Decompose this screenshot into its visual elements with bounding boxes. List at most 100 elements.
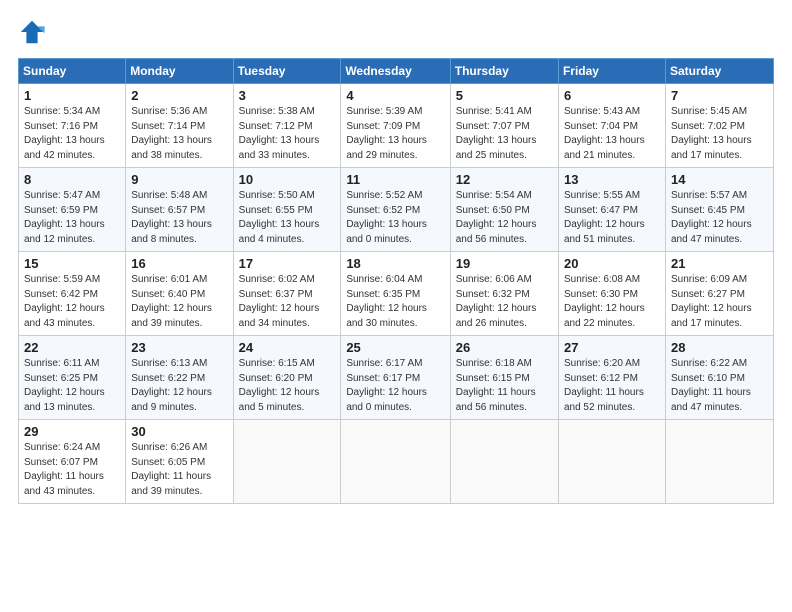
day-number: 16: [131, 256, 227, 271]
calendar-cell: 22 Sunrise: 6:11 AM Sunset: 6:25 PM Dayli…: [19, 336, 126, 420]
day-number: 6: [564, 88, 660, 103]
logo-icon: [18, 18, 46, 46]
calendar-cell: 16Sunrise: 6:01 AM Sunset: 6:40 PM Dayli…: [126, 252, 233, 336]
day-number: 26: [456, 340, 553, 355]
day-info: Sunrise: 5:50 AM Sunset: 6:55 PM Dayligh…: [239, 189, 336, 247]
day-info: Sunrise: 6:08 AM Sunset: 6:30 PM Dayligh…: [564, 273, 660, 331]
day-number: 25: [346, 340, 444, 355]
calendar-week-5: 29 Sunrise: 6:24 AM Sunset: 6:07 PM Dayli…: [19, 420, 774, 504]
calendar-cell: 20 Sunrise: 6:08 AM Sunset: 6:30 PM Dayli…: [558, 252, 665, 336]
calendar-cell: 26 Sunrise: 6:18 AM Sunset: 6:15 PM Dayli…: [450, 336, 558, 420]
weekday-header-tuesday: Tuesday: [233, 59, 341, 84]
calendar-cell: [558, 420, 665, 504]
day-info: Sunrise: 5:45 AM Sunset: 7:02 PM Dayligh…: [671, 105, 768, 163]
day-info: Sunrise: 6:09 AM Sunset: 6:27 PM Dayligh…: [671, 273, 768, 331]
calendar-cell: 15Sunrise: 5:59 AM Sunset: 6:42 PM Dayli…: [19, 252, 126, 336]
day-number: 9: [131, 172, 227, 187]
calendar-cell: 13Sunrise: 5:55 AM Sunset: 6:47 PM Dayli…: [558, 168, 665, 252]
day-number: 20: [564, 256, 660, 271]
calendar-cell: [450, 420, 558, 504]
calendar-cell: 18 Sunrise: 6:04 AM Sunset: 6:35 PM Dayli…: [341, 252, 450, 336]
day-info: Sunrise: 6:13 AM Sunset: 6:22 PM Dayligh…: [131, 357, 227, 415]
day-number: 21: [671, 256, 768, 271]
logo: [18, 18, 50, 46]
calendar-cell: [233, 420, 341, 504]
day-number: 15: [24, 256, 120, 271]
day-info: Sunrise: 5:39 AM Sunset: 7:09 PM Dayligh…: [346, 105, 444, 163]
calendar-cell: [341, 420, 450, 504]
day-info: Sunrise: 6:06 AM Sunset: 6:32 PM Dayligh…: [456, 273, 553, 331]
day-info: Sunrise: 6:17 AM Sunset: 6:17 PM Dayligh…: [346, 357, 444, 415]
day-info: Sunrise: 5:41 AM Sunset: 7:07 PM Dayligh…: [456, 105, 553, 163]
day-number: 13: [564, 172, 660, 187]
calendar-week-2: 8 Sunrise: 5:47 AM Sunset: 6:59 PM Daylig…: [19, 168, 774, 252]
calendar-cell: 28 Sunrise: 6:22 AM Sunset: 6:10 PM Dayli…: [665, 336, 773, 420]
calendar-cell: 5 Sunrise: 5:41 AM Sunset: 7:07 PM Daylig…: [450, 84, 558, 168]
weekday-header-thursday: Thursday: [450, 59, 558, 84]
calendar: SundayMondayTuesdayWednesdayThursdayFrid…: [18, 58, 774, 504]
day-number: 2: [131, 88, 227, 103]
calendar-cell: 10 Sunrise: 5:50 AM Sunset: 6:55 PM Dayli…: [233, 168, 341, 252]
day-info: Sunrise: 5:38 AM Sunset: 7:12 PM Dayligh…: [239, 105, 336, 163]
calendar-cell: 6Sunrise: 5:43 AM Sunset: 7:04 PM Daylig…: [558, 84, 665, 168]
weekday-header-saturday: Saturday: [665, 59, 773, 84]
header: [18, 18, 774, 46]
weekday-header-sunday: Sunday: [19, 59, 126, 84]
day-info: Sunrise: 5:36 AM Sunset: 7:14 PM Dayligh…: [131, 105, 227, 163]
day-number: 22: [24, 340, 120, 355]
day-number: 18: [346, 256, 444, 271]
day-number: 7: [671, 88, 768, 103]
day-info: Sunrise: 6:04 AM Sunset: 6:35 PM Dayligh…: [346, 273, 444, 331]
calendar-cell: 8 Sunrise: 5:47 AM Sunset: 6:59 PM Daylig…: [19, 168, 126, 252]
weekday-header-row: SundayMondayTuesdayWednesdayThursdayFrid…: [19, 59, 774, 84]
calendar-cell: [665, 420, 773, 504]
weekday-header-monday: Monday: [126, 59, 233, 84]
day-number: 17: [239, 256, 336, 271]
calendar-cell: 29 Sunrise: 6:24 AM Sunset: 6:07 PM Dayli…: [19, 420, 126, 504]
day-info: Sunrise: 6:11 AM Sunset: 6:25 PM Dayligh…: [24, 357, 120, 415]
day-info: Sunrise: 5:47 AM Sunset: 6:59 PM Dayligh…: [24, 189, 120, 247]
calendar-week-1: 1 Sunrise: 5:34 AM Sunset: 7:16 PM Daylig…: [19, 84, 774, 168]
day-number: 12: [456, 172, 553, 187]
calendar-cell: 2 Sunrise: 5:36 AM Sunset: 7:14 PM Daylig…: [126, 84, 233, 168]
day-info: Sunrise: 6:18 AM Sunset: 6:15 PM Dayligh…: [456, 357, 553, 415]
day-info: Sunrise: 6:24 AM Sunset: 6:07 PM Dayligh…: [24, 441, 120, 499]
calendar-week-4: 22 Sunrise: 6:11 AM Sunset: 6:25 PM Dayli…: [19, 336, 774, 420]
page: SundayMondayTuesdayWednesdayThursdayFrid…: [0, 0, 792, 612]
calendar-cell: 7 Sunrise: 5:45 AM Sunset: 7:02 PM Daylig…: [665, 84, 773, 168]
calendar-body: 1 Sunrise: 5:34 AM Sunset: 7:16 PM Daylig…: [19, 84, 774, 504]
day-info: Sunrise: 6:02 AM Sunset: 6:37 PM Dayligh…: [239, 273, 336, 331]
calendar-cell: 9Sunrise: 5:48 AM Sunset: 6:57 PM Daylig…: [126, 168, 233, 252]
day-number: 28: [671, 340, 768, 355]
day-number: 1: [24, 88, 120, 103]
calendar-cell: 21 Sunrise: 6:09 AM Sunset: 6:27 PM Dayli…: [665, 252, 773, 336]
day-number: 24: [239, 340, 336, 355]
day-info: Sunrise: 5:52 AM Sunset: 6:52 PM Dayligh…: [346, 189, 444, 247]
day-number: 8: [24, 172, 120, 187]
calendar-cell: 14Sunrise: 5:57 AM Sunset: 6:45 PM Dayli…: [665, 168, 773, 252]
calendar-week-3: 15Sunrise: 5:59 AM Sunset: 6:42 PM Dayli…: [19, 252, 774, 336]
day-number: 4: [346, 88, 444, 103]
day-info: Sunrise: 6:26 AM Sunset: 6:05 PM Dayligh…: [131, 441, 227, 499]
day-number: 14: [671, 172, 768, 187]
day-info: Sunrise: 5:34 AM Sunset: 7:16 PM Dayligh…: [24, 105, 120, 163]
calendar-cell: 4 Sunrise: 5:39 AM Sunset: 7:09 PM Daylig…: [341, 84, 450, 168]
calendar-cell: 24Sunrise: 6:15 AM Sunset: 6:20 PM Dayli…: [233, 336, 341, 420]
calendar-cell: 25 Sunrise: 6:17 AM Sunset: 6:17 PM Dayli…: [341, 336, 450, 420]
day-info: Sunrise: 5:54 AM Sunset: 6:50 PM Dayligh…: [456, 189, 553, 247]
calendar-cell: 1 Sunrise: 5:34 AM Sunset: 7:16 PM Daylig…: [19, 84, 126, 168]
day-number: 10: [239, 172, 336, 187]
day-number: 30: [131, 424, 227, 439]
day-number: 29: [24, 424, 120, 439]
day-info: Sunrise: 6:20 AM Sunset: 6:12 PM Dayligh…: [564, 357, 660, 415]
day-number: 23: [131, 340, 227, 355]
calendar-cell: 17 Sunrise: 6:02 AM Sunset: 6:37 PM Dayli…: [233, 252, 341, 336]
day-number: 27: [564, 340, 660, 355]
weekday-header-wednesday: Wednesday: [341, 59, 450, 84]
day-info: Sunrise: 6:22 AM Sunset: 6:10 PM Dayligh…: [671, 357, 768, 415]
day-number: 19: [456, 256, 553, 271]
day-number: 5: [456, 88, 553, 103]
calendar-cell: 11Sunrise: 5:52 AM Sunset: 6:52 PM Dayli…: [341, 168, 450, 252]
calendar-cell: 23 Sunrise: 6:13 AM Sunset: 6:22 PM Dayli…: [126, 336, 233, 420]
calendar-cell: 19 Sunrise: 6:06 AM Sunset: 6:32 PM Dayli…: [450, 252, 558, 336]
